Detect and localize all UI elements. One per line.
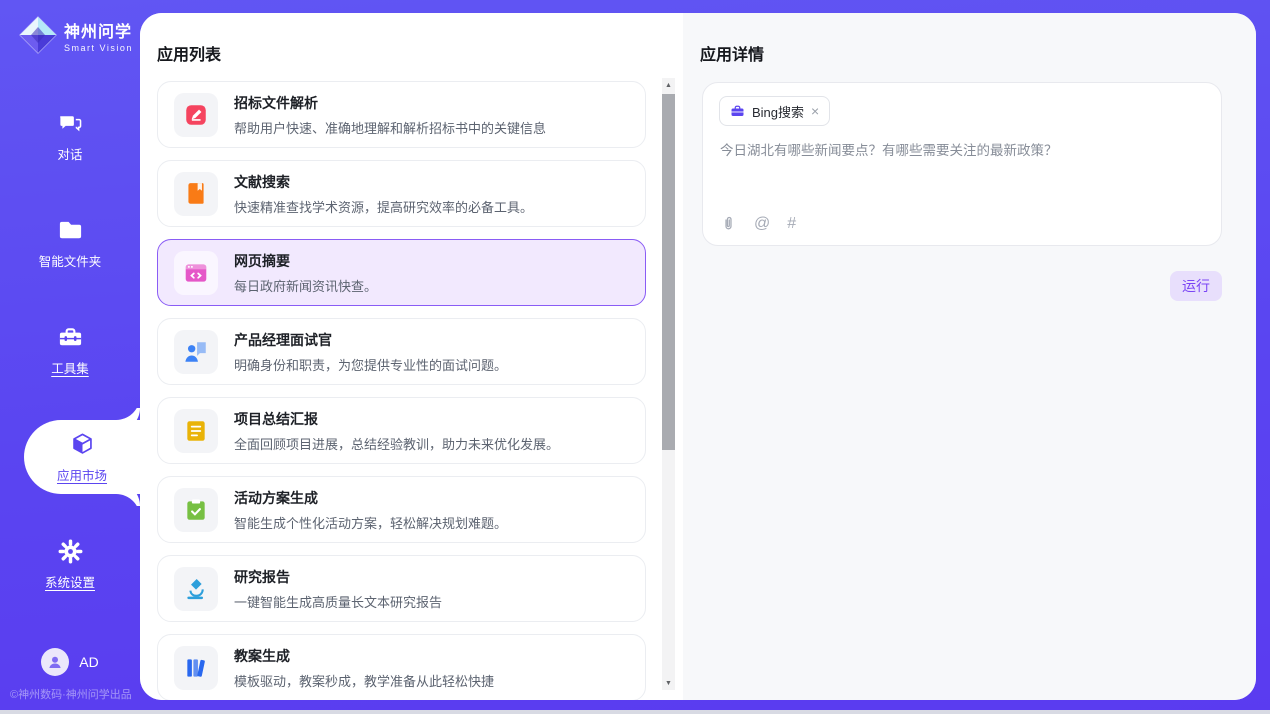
sidebar-nav: 对话智能文件夹工具集应用市场系统设置: [0, 99, 140, 601]
app-list-panel: 应用列表 招标文件解析帮助用户快速、准确地理解和解析招标书中的关键信息文献搜索快…: [140, 13, 683, 700]
app-list-item[interactable]: 项目总结汇报全面回顾项目进展，总结经验教训，助力未来优化发展。: [157, 397, 646, 464]
app-item-desc: 全面回顾项目进展，总结经验教训，助力未来优化发展。: [234, 434, 559, 453]
tool-chip-label: Bing搜索: [752, 102, 804, 121]
hash-icon[interactable]: #: [787, 216, 796, 232]
app-item-desc: 模板驱动，教案秒成，教学准备从此轻松快捷: [234, 671, 494, 690]
clipboard-check-icon: [174, 488, 218, 532]
app-window: 神州问学 Smart Vision 对话智能文件夹工具集应用市场系统设置 AD …: [0, 0, 1270, 714]
app-item-title: 文献搜索: [234, 172, 533, 192]
mention-icon[interactable]: @: [754, 216, 770, 232]
app-item-desc: 帮助用户快速、准确地理解和解析招标书中的关键信息: [234, 118, 546, 137]
window-bottom-edge: [0, 710, 1270, 714]
app-list-item[interactable]: 产品经理面试官明确身份和职责，为您提供专业性的面试问题。: [157, 318, 646, 385]
app-item-desc: 智能生成个性化活动方案，轻松解决规划难题。: [234, 513, 507, 532]
sidebar-item-label: 系统设置: [45, 572, 95, 591]
gear-icon: [57, 538, 84, 565]
sidebar-item-toolset[interactable]: 工具集: [0, 313, 140, 387]
browser-code-icon: [174, 251, 218, 295]
tool-chip-bing-search[interactable]: Bing搜索 ×: [719, 96, 830, 126]
brand-logo: 神州问学 Smart Vision: [18, 13, 140, 57]
sidebar: 神州问学 Smart Vision 对话智能文件夹工具集应用市场系统设置 AD …: [0, 0, 140, 710]
books-icon: [174, 646, 218, 690]
app-item-desc: 明确身份和职责，为您提供专业性的面试问题。: [234, 355, 507, 374]
close-icon[interactable]: ×: [811, 104, 819, 118]
attachment-icon[interactable]: [720, 215, 737, 232]
run-button[interactable]: 运行: [1170, 271, 1222, 301]
app-item-title: 研究报告: [234, 567, 442, 587]
app-item-title: 教案生成: [234, 646, 494, 666]
sidebar-item-settings[interactable]: 系统设置: [0, 527, 140, 601]
app-list-item[interactable]: 研究报告一键智能生成高质量长文本研究报告: [157, 555, 646, 622]
user-initials: AD: [79, 654, 98, 670]
app-detail-panel: 应用详情 Bing搜索 × 今日湖北有哪些新闻要点？有哪些需要关注的最新政策？: [683, 13, 1256, 700]
interview-icon: [174, 330, 218, 374]
scrollbar-up-arrow[interactable]: ▲: [662, 78, 675, 92]
sidebar-item-label: 智能文件夹: [39, 251, 102, 270]
main-content: 应用列表 招标文件解析帮助用户快速、准确地理解和解析招标书中的关键信息文献搜索快…: [140, 13, 1256, 700]
scrollbar-down-arrow[interactable]: ▼: [662, 676, 675, 690]
app-item-title: 项目总结汇报: [234, 409, 559, 429]
brand-name: 神州问学: [64, 18, 133, 42]
microscope-icon: [174, 567, 218, 611]
person-icon: [46, 653, 64, 671]
app-detail-title: 应用详情: [700, 41, 764, 65]
app-list-item[interactable]: 招标文件解析帮助用户快速、准确地理解和解析招标书中的关键信息: [157, 81, 646, 148]
sidebar-item-label: 对话: [57, 144, 82, 163]
sidebar-item-label: 应用市场: [57, 465, 107, 484]
user-account[interactable]: AD: [0, 648, 140, 676]
app-list: 招标文件解析帮助用户快速、准确地理解和解析招标书中的关键信息文献搜索快速精准查找…: [157, 81, 646, 700]
toolbox-icon: [57, 324, 84, 351]
avatar: [41, 648, 69, 676]
app-item-title: 网页摘要: [234, 251, 377, 271]
app-item-desc: 一键智能生成高质量长文本研究报告: [234, 592, 442, 611]
app-list-item[interactable]: 文献搜索快速精准查找学术资源，提高研究效率的必备工具。: [157, 160, 646, 227]
note-icon: [174, 409, 218, 453]
chat-icon: [57, 110, 84, 137]
edit-icon: [174, 93, 218, 137]
app-item-title: 招标文件解析: [234, 93, 546, 113]
prompt-input[interactable]: 今日湖北有哪些新闻要点？有哪些需要关注的最新政策？: [720, 139, 1204, 159]
folder-icon: [57, 217, 84, 244]
app-item-title: 活动方案生成: [234, 488, 507, 508]
diamond-gem-icon: [18, 15, 58, 55]
cube-icon: [69, 431, 96, 458]
copyright-footer: ©神州数码·神州问学出品: [10, 686, 132, 702]
briefcase-icon: [730, 104, 745, 119]
app-list-title: 应用列表: [157, 41, 221, 65]
book-icon: [174, 172, 218, 216]
app-list-item[interactable]: 活动方案生成智能生成个性化活动方案，轻松解决规划难题。: [157, 476, 646, 543]
app-item-desc: 快速精准查找学术资源，提高研究效率的必备工具。: [234, 197, 533, 216]
prompt-toolbar: @ #: [720, 215, 796, 232]
app-item-title: 产品经理面试官: [234, 330, 507, 350]
app-item-desc: 每日政府新闻资讯快查。: [234, 276, 377, 295]
app-list-item[interactable]: 教案生成模板驱动，教案秒成，教学准备从此轻松快捷: [157, 634, 646, 700]
list-scrollbar[interactable]: ▲ ▼: [662, 78, 675, 690]
sidebar-item-dialog[interactable]: 对话: [0, 99, 140, 173]
prompt-card: Bing搜索 × 今日湖北有哪些新闻要点？有哪些需要关注的最新政策？ @ #: [702, 82, 1222, 246]
sidebar-item-label: 工具集: [51, 358, 89, 377]
app-list-item[interactable]: 网页摘要每日政府新闻资讯快查。: [157, 239, 646, 306]
scrollbar-thumb[interactable]: [662, 94, 675, 450]
sidebar-item-app-market[interactable]: 应用市场: [24, 420, 140, 494]
brand-subtitle: Smart Vision: [64, 43, 133, 53]
sidebar-item-smart-folder[interactable]: 智能文件夹: [0, 206, 140, 280]
